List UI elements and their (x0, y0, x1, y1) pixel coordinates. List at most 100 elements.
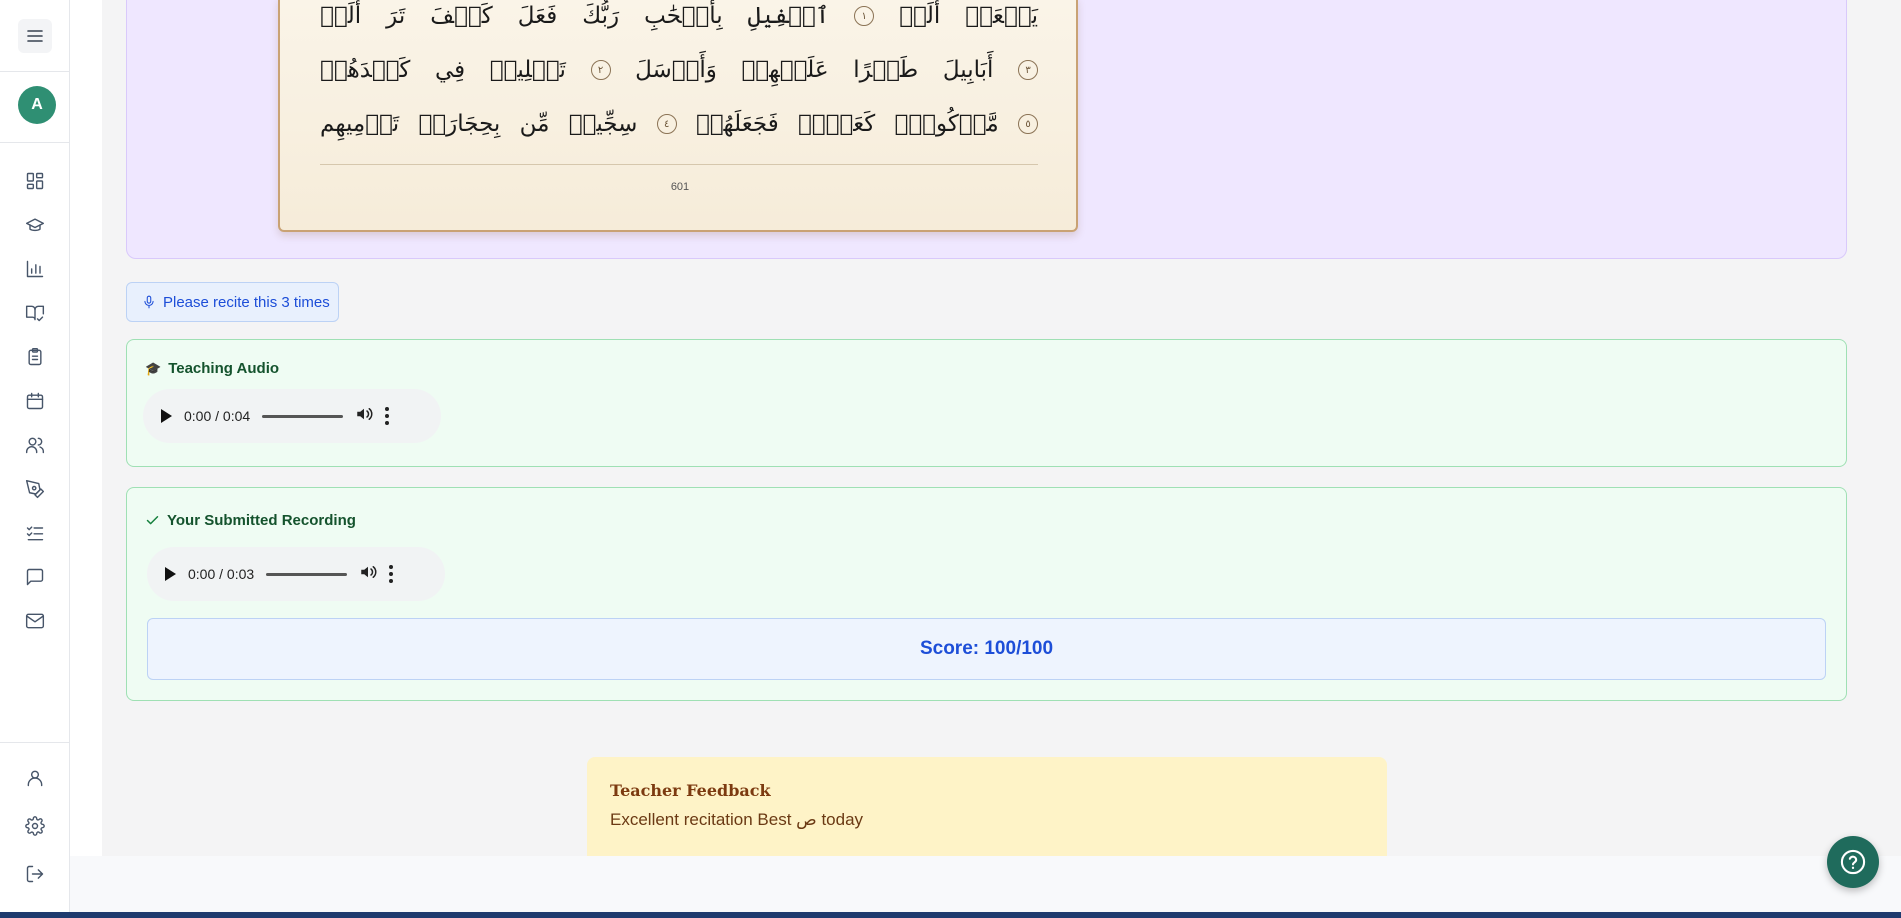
ayah-number-marker: ١ (854, 6, 875, 26)
word: فَعَلَ (517, 3, 558, 29)
message-square-icon (26, 568, 44, 586)
user-avatar[interactable]: A (18, 86, 56, 124)
nav-profile[interactable] (24, 767, 46, 789)
nav-dashboard[interactable] (24, 170, 46, 192)
word: كَيۡفَ (430, 3, 493, 29)
graduation-cap-icon (25, 218, 45, 232)
play-icon[interactable] (161, 409, 172, 423)
book-open-check-icon (25, 305, 45, 322)
word: وَأَرۡسَلَ (635, 57, 717, 83)
score-display: Score: 100/100 (147, 618, 1826, 680)
word: كَعَصۡفٖ (798, 111, 876, 137)
recite-instruction-badge: Please recite this 3 times (126, 282, 339, 322)
audio-progress-slider[interactable] (266, 572, 348, 576)
teaching-audio-section: 🎓 Teaching Audio 0:00 / 0:04 (126, 339, 1847, 467)
submitted-audio-player[interactable]: 0:00 / 0:03 (147, 547, 445, 601)
nav-logout[interactable] (24, 863, 46, 885)
help-circle-icon (1840, 849, 1866, 875)
bottom-status-bar (0, 912, 1901, 918)
graduation-cap-icon: 🎓 (145, 360, 162, 376)
teaching-audio-title: Teaching Audio (168, 360, 280, 377)
sidebar: A (0, 0, 70, 918)
mail-icon (25, 613, 45, 629)
feedback-text: Excellent recitation Best ص today (610, 810, 864, 829)
clipboard-list-icon (28, 347, 42, 366)
page-number: 601 (670, 181, 690, 193)
word: طَيۡرًا (853, 57, 919, 83)
user-icon (27, 770, 43, 787)
word: تَرَ (386, 3, 406, 29)
ayah-number-marker: ٤ (656, 114, 677, 134)
more-options-icon[interactable] (385, 407, 390, 425)
quran-page: أَلَمۡ تَرَ كَيۡفَ فَعَلَ رَبُّكَ بِأَصۡ… (278, 0, 1078, 232)
volume-icon[interactable] (355, 405, 373, 428)
dashboard-icon (26, 172, 44, 190)
nav-lessons[interactable] (24, 302, 46, 324)
list-checks-icon (26, 526, 44, 541)
page-footer-space (70, 856, 1901, 912)
nav-tasks[interactable] (24, 522, 46, 544)
word: أَلَمۡ (320, 3, 362, 29)
word: فِي (434, 57, 466, 83)
nav-courses[interactable] (24, 214, 46, 236)
ayah-number-marker: ٢ (590, 60, 611, 80)
word: تَضۡلِيلٖ (489, 57, 566, 83)
page-divider (320, 164, 1038, 165)
word: فَجَعَلَهُمۡ (695, 111, 779, 137)
microphone-icon (144, 295, 154, 309)
play-icon[interactable] (165, 567, 176, 581)
volume-icon[interactable] (359, 563, 377, 586)
teacher-feedback-card: Teacher Feedback Excellent recitation Be… (587, 757, 1387, 856)
hamburger-icon (27, 30, 43, 42)
nav-messages[interactable] (24, 566, 46, 588)
word: مِّن (519, 111, 550, 137)
log-out-icon (26, 865, 44, 883)
nav-mail[interactable] (24, 610, 46, 632)
word: يَجۡعَلۡ (965, 3, 1038, 29)
nav-reports[interactable] (24, 258, 46, 280)
help-button[interactable] (1827, 836, 1879, 888)
word: سِجِّيلٖ (568, 111, 638, 137)
word: بِحِجَارَةٖ (418, 111, 501, 137)
submitted-recording-title: Your Submitted Recording (167, 512, 356, 529)
ayah-line: تَرۡمِيهِم بِحِجَارَةٖ مِّن سِجِّيلٖ ٤ ف… (320, 111, 1038, 137)
feedback-title: Teacher Feedback (610, 781, 771, 800)
more-options-icon[interactable] (389, 565, 394, 583)
mushaf-panel: أَلَمۡ تَرَ كَيۡفَ فَعَلَ رَبُّكَ بِأَصۡ… (126, 0, 1847, 259)
checkmark-icon (146, 516, 159, 525)
sidebar-divider (0, 142, 70, 143)
word: تَرۡمِيهِم (320, 111, 400, 137)
nav-calendar[interactable] (24, 390, 46, 412)
users-icon (25, 437, 45, 454)
ayah-line: أَلَمۡ تَرَ كَيۡفَ فَعَلَ رَبُّكَ بِأَصۡ… (320, 3, 1038, 29)
ayah-number-marker: ٣ (1018, 60, 1038, 80)
audio-progress-slider[interactable] (262, 414, 344, 418)
ayah-line: كَيۡدَهُمۡ فِي تَضۡلِيلٖ ٢ وَأَرۡسَلَ عَ… (320, 57, 1038, 83)
sidebar-divider (0, 742, 70, 743)
calendar-icon (26, 392, 44, 410)
word: رَبُّكَ (582, 3, 620, 29)
pen-tool-icon (25, 479, 45, 499)
nav-settings[interactable] (24, 815, 46, 837)
teaching-audio-player[interactable]: 0:00 / 0:04 (143, 389, 441, 443)
nav-assignments[interactable] (24, 346, 46, 368)
bar-chart-icon (26, 260, 44, 278)
section-title: 🎓 Teaching Audio (145, 360, 279, 377)
word: مَّأۡكُولِۭ (894, 111, 999, 137)
sidebar-divider (0, 71, 70, 72)
word: أَبَابِيلَ (942, 57, 994, 83)
recite-instruction-text: Please recite this 3 times (163, 293, 330, 311)
nav-students[interactable] (24, 434, 46, 456)
submitted-recording-section: Your Submitted Recording 0:00 / 0:03 Sco… (126, 487, 1847, 701)
settings-icon (25, 816, 45, 836)
menu-toggle-button[interactable] (18, 19, 52, 53)
word: عَلَيۡهِمۡ (741, 57, 829, 83)
word: بِأَصۡحَٰبِ (644, 3, 723, 29)
audio-time: 0:00 / 0:04 (184, 408, 251, 424)
ayah-number-marker: ٥ (1018, 114, 1038, 134)
word: ٱلۡفِيلِ (747, 3, 830, 29)
word: كَيۡدَهُمۡ (320, 57, 411, 83)
word: أَلَمۡ (899, 3, 941, 29)
nav-tajweed[interactable] (24, 478, 46, 500)
audio-time: 0:00 / 0:03 (188, 566, 255, 582)
